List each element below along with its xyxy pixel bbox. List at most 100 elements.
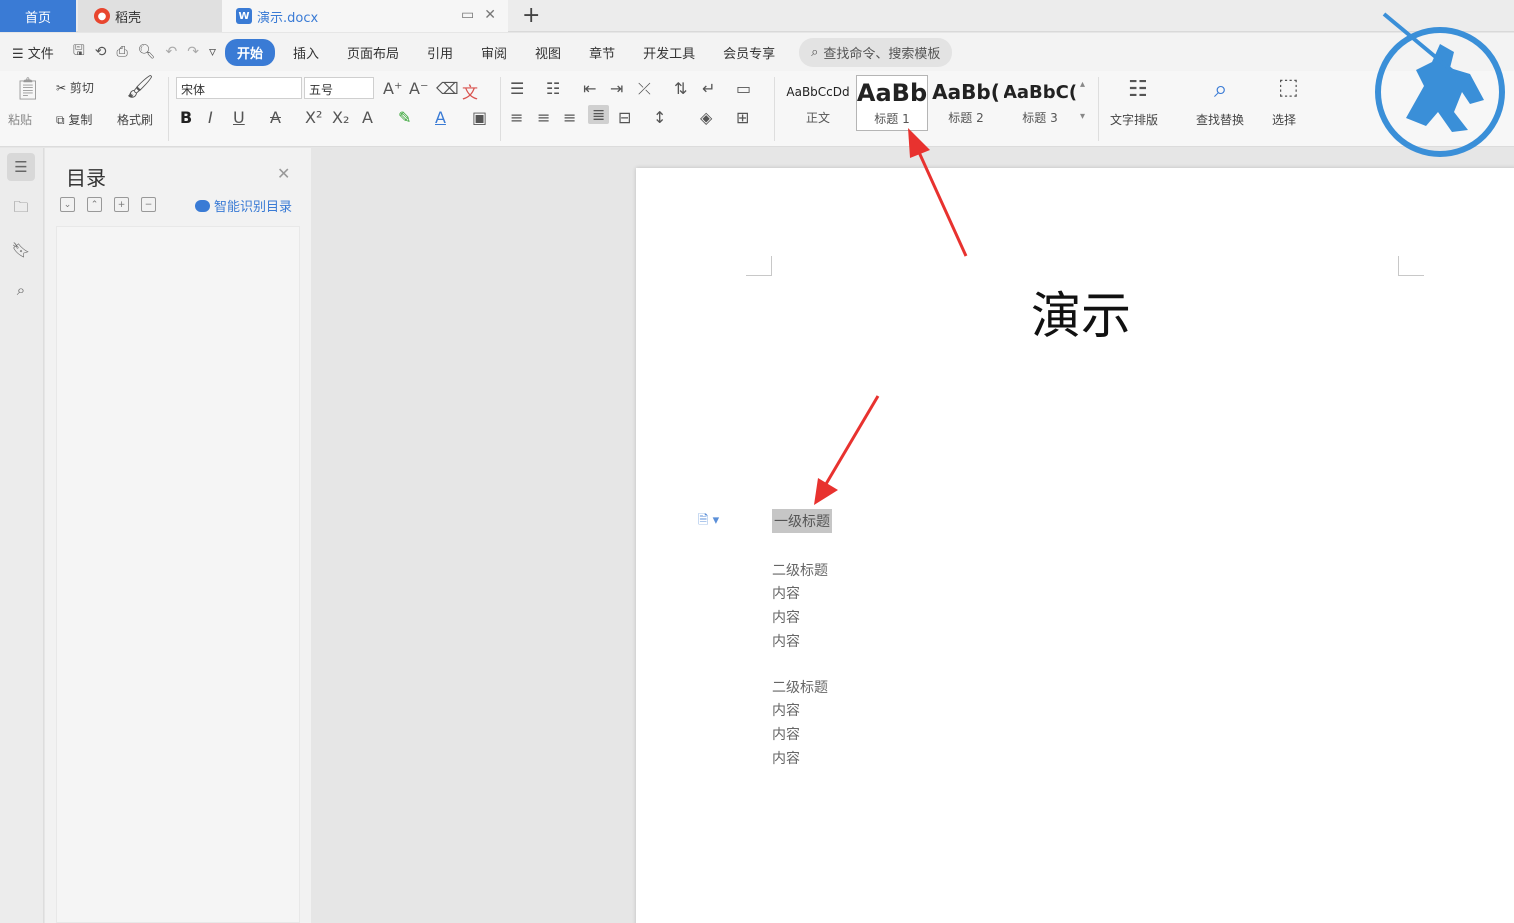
share-icon[interactable]: ⟲ <box>90 44 112 60</box>
new-tab-button[interactable]: + <box>522 3 540 28</box>
customize-toolbar-icon[interactable]: ▿ <box>204 44 221 60</box>
body-text-line[interactable]: 内容 <box>772 724 800 744</box>
tab-document[interactable]: W 演示.docx ▭ ✕ <box>222 0 508 32</box>
copy-button[interactable]: ⧉ 复制 <box>56 111 92 128</box>
tab-daoke[interactable]: ● 稻壳 <box>78 0 222 32</box>
document-title[interactable]: 演示 <box>1031 276 1131 348</box>
justify-icon[interactable]: ≣ <box>588 105 610 124</box>
text-effect-icon[interactable]: A <box>362 108 373 127</box>
toc-close-icon[interactable]: ✕ <box>277 164 290 183</box>
numbered-list-icon[interactable]: ☷ <box>546 79 560 98</box>
superscript-icon[interactable]: X² <box>305 108 322 127</box>
menu-review[interactable]: 审阅 <box>467 43 521 62</box>
format-painter-button[interactable]: 格式刷 <box>117 111 153 128</box>
find-icon[interactable]: ⌕ <box>1214 75 1227 103</box>
redo-icon[interactable]: ↷ <box>182 44 204 60</box>
clear-format-icon[interactable]: ⌫ <box>436 79 459 98</box>
show-marks-icon[interactable]: ↵ <box>702 79 715 98</box>
expand-all-icon[interactable]: ⌄ <box>60 197 75 212</box>
body-text-line[interactable]: 内容 <box>772 700 800 720</box>
style-normal[interactable]: AaBbCcDd 正文 <box>782 75 854 131</box>
heading-1-line[interactable]: 一级标题 <box>772 509 832 533</box>
tab-bar: 首页 ● 稻壳 W 演示.docx ▭ ✕ + <box>0 0 1514 32</box>
table-tools-icon[interactable]: ▭ <box>736 79 751 98</box>
select-button[interactable]: 选择 <box>1272 111 1296 128</box>
print-preview-icon[interactable]: 🔍︎ <box>133 44 161 60</box>
style-heading-1-sample: AaBb <box>857 79 927 107</box>
subscript-icon[interactable]: X₂ <box>332 108 349 127</box>
decrease-indent-icon[interactable]: ⇤ <box>583 79 596 98</box>
remove-item-icon[interactable]: − <box>141 197 156 212</box>
increase-indent-icon[interactable]: ⇥ <box>610 79 623 98</box>
document-page[interactable]: 演示 🗎 ▾ 一级标题 二级标题 内容 内容 内容 二级标题 内容 内容 内容 <box>636 168 1514 923</box>
line-spacing-icon[interactable]: ↕ <box>653 108 666 127</box>
italic-icon[interactable]: I <box>208 108 213 127</box>
text-layout-button[interactable]: 文字排版 <box>1110 111 1158 128</box>
distribute-icon[interactable]: ⊟ <box>618 108 631 127</box>
tab-home[interactable]: 首页 <box>0 0 76 32</box>
paste-button[interactable]: 粘贴 <box>8 111 32 128</box>
paste-icon[interactable]: 📋︎ <box>14 77 42 102</box>
style-heading-3[interactable]: AaBbC( 标题 3 <box>1004 75 1076 131</box>
text-layout-icon[interactable]: ☷ <box>1128 77 1148 102</box>
font-name-select[interactable]: 宋体 <box>176 77 302 99</box>
menu-references[interactable]: 引用 <box>413 43 467 62</box>
heading-2-line[interactable]: 二级标题 <box>772 560 828 580</box>
body-text-line[interactable]: 内容 <box>772 583 800 603</box>
body-text-line[interactable]: 内容 <box>772 631 800 651</box>
chapter-nav-icon[interactable]: 🗀 <box>10 198 32 220</box>
align-left-icon[interactable]: ≡ <box>510 108 523 127</box>
sort-icon[interactable]: ⇅ <box>674 79 687 98</box>
pin-icon[interactable]: ▭ <box>461 7 474 23</box>
align-right-icon[interactable]: ≡ <box>563 108 576 127</box>
font-size-select[interactable]: 五号 <box>304 77 374 99</box>
add-item-icon[interactable]: + <box>114 197 129 212</box>
paragraph-menu-icon[interactable]: 🗎 ▾ <box>698 511 719 533</box>
align-center-icon[interactable]: ≡ <box>537 108 550 127</box>
body-text-line[interactable]: 内容 <box>772 607 800 627</box>
borders-icon[interactable]: ⊞ <box>736 108 749 127</box>
style-heading-1[interactable]: AaBb 标题 1 <box>856 75 928 131</box>
menu-member[interactable]: 会员专享 <box>709 43 789 62</box>
bold-icon[interactable]: B <box>180 108 192 127</box>
bullet-list-icon[interactable]: ☰ <box>510 79 524 98</box>
highlight-icon[interactable]: ✎ <box>398 108 411 127</box>
underline-icon[interactable]: U <box>233 108 245 127</box>
shading-icon[interactable]: ◈ <box>700 108 712 127</box>
bookmark-icon[interactable]: 🔖︎ <box>10 239 32 261</box>
body-text-line[interactable]: 内容 <box>772 748 800 768</box>
search-doc-icon[interactable]: ⌕ <box>10 279 32 301</box>
menu-view[interactable]: 视图 <box>521 43 575 62</box>
collapse-all-icon[interactable]: ⌃ <box>87 197 102 212</box>
undo-icon[interactable]: ↶ <box>160 44 182 60</box>
select-cursor-icon[interactable]: ⬚ <box>1278 75 1299 100</box>
shrink-font-icon[interactable]: A⁻ <box>409 79 428 98</box>
divider <box>774 77 775 141</box>
font-color-icon[interactable]: A <box>435 108 446 127</box>
smart-toc-button[interactable]: 智能识别目录 <box>195 196 292 215</box>
file-menu[interactable]: ☰ 文件 <box>0 43 68 62</box>
close-tab-icon[interactable]: ✕ <box>484 7 496 23</box>
grow-font-icon[interactable]: A⁺ <box>383 79 402 98</box>
brush-icon[interactable]: 🖌︎ <box>126 75 154 100</box>
find-replace-button[interactable]: 查找替换 <box>1196 111 1244 128</box>
strikethrough-icon[interactable]: A <box>270 108 281 127</box>
menu-developer[interactable]: 开发工具 <box>629 43 709 62</box>
left-icon-strip: ☰ 🗀 🔖︎ ⌕ <box>0 148 44 923</box>
menu-insert[interactable]: 插入 <box>279 43 333 62</box>
chinese-layout-icon[interactable]: ⤫ <box>638 79 651 99</box>
save-icon[interactable]: 🖫 <box>68 40 90 64</box>
print-icon[interactable]: ⎙ <box>111 44 132 60</box>
heading-2-line[interactable]: 二级标题 <box>772 677 828 697</box>
cut-button[interactable]: ✂ 剪切 <box>56 79 94 96</box>
style-heading-2[interactable]: AaBb( 标题 2 <box>930 75 1002 131</box>
command-search-box[interactable]: ⌕ 查找命令、搜索模板 <box>799 37 953 67</box>
phonetic-icon[interactable]: 文 <box>462 79 478 103</box>
menu-start[interactable]: 开始 <box>224 38 275 66</box>
styles-scroll-up-icon[interactable]: ▴ <box>1080 79 1085 90</box>
menu-section[interactable]: 章节 <box>575 43 629 62</box>
menu-page-layout[interactable]: 页面布局 <box>333 43 413 62</box>
char-border-icon[interactable]: ▣ <box>472 108 487 127</box>
styles-scroll-down-icon[interactable]: ▾ <box>1080 111 1085 122</box>
outline-view-icon[interactable]: ☰ <box>7 153 35 181</box>
